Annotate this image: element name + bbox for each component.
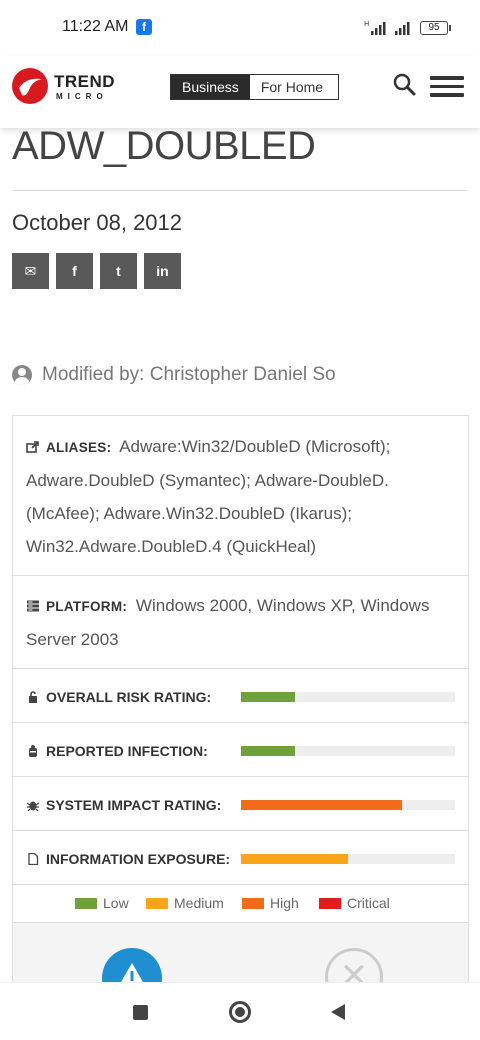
share-buttons: ✉ f t in	[12, 253, 181, 289]
rating-bar-fill	[241, 692, 295, 702]
signal-icon-1: H	[364, 20, 386, 35]
rating-bar	[241, 854, 455, 864]
rating-row: OVERALL RISK RATING:	[13, 669, 468, 723]
status-bar: 11:22 AM f H 95	[0, 0, 480, 56]
server-icon	[27, 600, 39, 612]
audience-switch: Business For Home	[170, 74, 339, 100]
hamburger-menu-icon[interactable]	[430, 76, 464, 98]
rating-label: REPORTED INFECTION:	[46, 743, 208, 759]
bug-report-icon	[29, 745, 37, 757]
legend-swatch	[146, 897, 168, 909]
document-icon	[28, 853, 39, 865]
rating-bar	[241, 692, 455, 702]
legend-item-medium: Medium	[146, 895, 224, 911]
logo-mark-icon	[12, 68, 48, 104]
rating-row: INFORMATION EXPOSURE:	[13, 831, 468, 885]
aliases-section: ALIASES: Adware:Win32/DoubleD (Microsoft…	[13, 416, 468, 576]
twitter-icon: t	[116, 263, 121, 279]
site-header: TREND MICRO Business For Home	[0, 56, 480, 128]
search-icon[interactable]	[392, 72, 418, 98]
email-icon: ✉	[24, 263, 37, 279]
legend-item-critical: Critical	[319, 895, 390, 911]
rating-row: SYSTEM IMPACT RATING:	[13, 777, 468, 831]
share-facebook-button[interactable]: f	[56, 253, 93, 289]
facebook-icon: f	[72, 263, 77, 279]
svg-text:H: H	[364, 20, 369, 28]
home-button-icon[interactable]	[229, 1001, 251, 1023]
rating-row: REPORTED INFECTION:	[13, 723, 468, 777]
lock-icon	[29, 691, 37, 703]
share-linkedin-button[interactable]: in	[144, 253, 181, 289]
user-icon	[12, 365, 32, 385]
threat-details-card: ALIASES: Adware:Win32/DoubleD (Microsoft…	[12, 415, 469, 1040]
logo-text-micro: MICRO	[56, 92, 108, 101]
battery-icon: 95	[420, 21, 451, 35]
legend-swatch	[242, 897, 264, 909]
facebook-notification-icon: f	[136, 19, 152, 35]
platform-section: PLATFORM: Windows 2000, Windows XP, Wind…	[13, 576, 468, 669]
modified-by: Modified by: Christopher Daniel So	[12, 364, 336, 386]
page-title: ADW_DOUBLED	[12, 124, 316, 168]
status-time: 11:22 AM	[62, 18, 129, 35]
rating-label: OVERALL RISK RATING:	[46, 689, 212, 705]
share-email-button[interactable]: ✉	[12, 253, 49, 289]
rating-label: SYSTEM IMPACT RATING:	[46, 797, 222, 813]
tab-business[interactable]: Business	[171, 75, 250, 99]
linkedin-icon: in	[156, 263, 169, 279]
rating-legend: Low Medium High Critical	[13, 885, 468, 923]
rating-bar-fill	[241, 854, 348, 864]
rating-label: INFORMATION EXPOSURE:	[46, 851, 231, 867]
legend-item-low: Low	[75, 895, 129, 911]
signal-icon-2	[395, 22, 410, 35]
rating-bar-fill	[241, 800, 402, 810]
logo-text-trend: TREND	[54, 72, 116, 91]
share-twitter-button[interactable]: t	[100, 253, 137, 289]
rating-bar	[241, 800, 455, 810]
legend-swatch	[319, 897, 341, 909]
legend-item-high: High	[242, 895, 299, 911]
platform-label: PLATFORM:	[46, 599, 128, 614]
rating-bar-fill	[241, 746, 295, 756]
legend-swatch	[75, 897, 97, 909]
back-button-icon[interactable]	[331, 1004, 345, 1020]
bug-icon	[26, 801, 40, 811]
tab-for-home[interactable]: For Home	[249, 75, 338, 99]
trend-micro-logo[interactable]: TREND MICRO	[12, 68, 124, 108]
publish-date: October 08, 2012	[12, 210, 183, 235]
recents-button-icon[interactable]	[133, 1005, 148, 1020]
system-nav-bar	[0, 982, 480, 1040]
aliases-label: ALIASES:	[46, 440, 112, 455]
title-divider	[12, 190, 468, 191]
modified-by-text: Modified by: Christopher Daniel So	[42, 364, 336, 385]
rating-bar	[241, 746, 455, 756]
share-alias-icon	[26, 441, 39, 453]
